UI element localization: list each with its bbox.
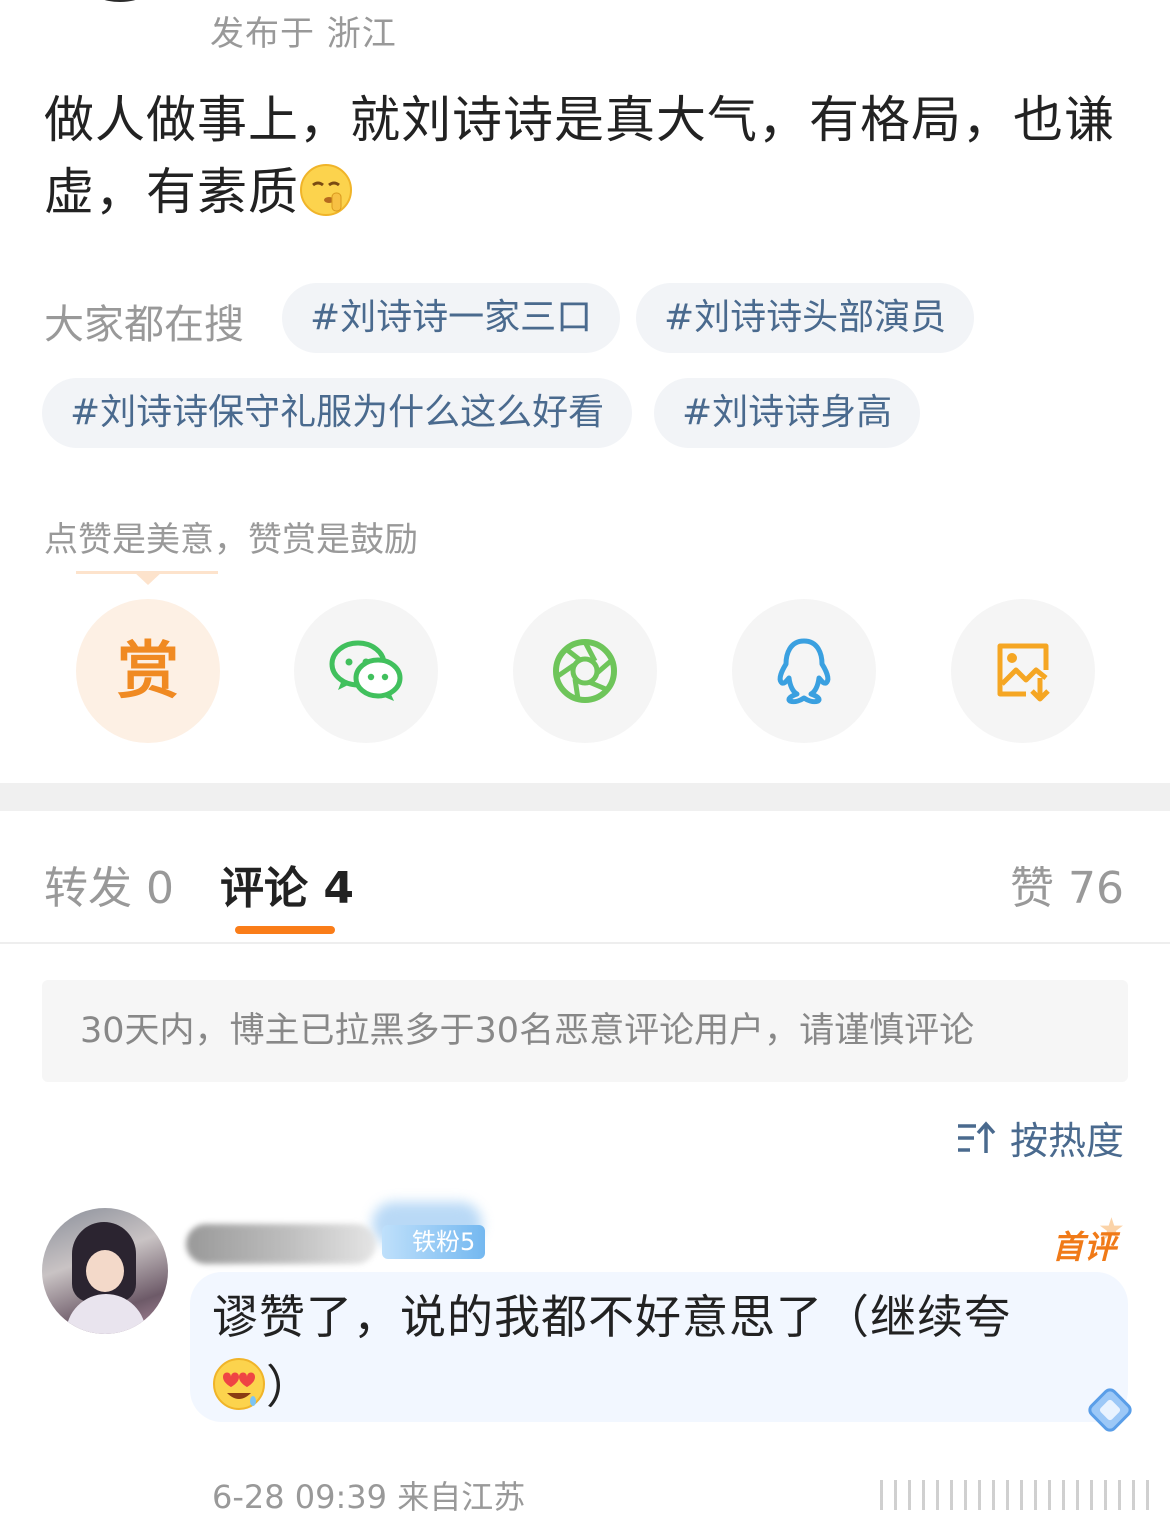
sort-button[interactable]: 按热度	[956, 1110, 1124, 1165]
blurred-actions	[880, 1480, 1160, 1510]
search-tag[interactable]: #刘诗诗身高	[654, 378, 921, 448]
heart-eyes-icon	[212, 1357, 266, 1411]
commenter-avatar[interactable]	[42, 1208, 168, 1334]
publish-location: 发布于 浙江	[210, 14, 397, 54]
active-tab-indicator	[235, 926, 335, 934]
qq-icon	[777, 638, 831, 705]
save-image-button[interactable]	[951, 599, 1095, 743]
tab-repost[interactable]: 转发 0	[44, 852, 174, 916]
save-image-icon	[997, 643, 1050, 702]
comment-notice: 30天内，博主已拉黑多于30名恶意评论用户，请谨慎评论	[42, 980, 1128, 1082]
post-content: 做人做事上，就刘诗诗是真大气，有格局，也谦虚，有素质	[44, 84, 1134, 228]
search-tag[interactable]: #刘诗诗一家三口	[282, 283, 621, 353]
comment-body: 谬赞了，说的我都不好意思了（继续夸	[212, 1290, 1011, 1344]
tab-comment[interactable]: 评论 4	[220, 852, 354, 916]
reward-label: 赏	[116, 634, 179, 707]
search-tag[interactable]: #刘诗诗保守礼服为什么这么好看	[42, 378, 633, 448]
post-text: 做人做事上，就刘诗诗是真大气，有格局，也谦虚，有素质	[44, 91, 1115, 221]
moments-icon	[553, 639, 617, 703]
share-moments-button[interactable]	[513, 599, 657, 743]
search-tag[interactable]: #刘诗诗头部演员	[636, 283, 975, 353]
comment-meta: 6-28 09:39 来自江苏	[212, 1478, 526, 1516]
commenter-name[interactable]	[186, 1224, 376, 1264]
fan-level-badge: 铁粉5	[382, 1225, 486, 1259]
reward-button[interactable]: 赏	[76, 599, 220, 743]
diamond-icon	[1080, 1380, 1140, 1440]
reward-pointer	[133, 571, 163, 585]
comment-body-end: ）	[266, 1360, 313, 1414]
sort-label: 按热度	[1009, 1119, 1124, 1163]
wechat-icon	[329, 640, 403, 701]
shushing-face-icon	[299, 163, 353, 217]
hot-search-label: 大家都在搜	[44, 302, 244, 348]
tab-like[interactable]: 赞 76	[1010, 852, 1124, 916]
share-qq-button[interactable]	[732, 599, 876, 743]
author-avatar[interactable]	[60, 0, 180, 2]
reward-hint: 点赞是美意，赞赏是鼓励	[44, 520, 418, 560]
verified-badge	[152, 0, 172, 2]
section-divider	[0, 783, 1170, 811]
first-comment-badge: 首评	[1052, 1228, 1117, 1266]
tabs-divider	[0, 942, 1170, 944]
share-wechat-button[interactable]	[294, 599, 438, 743]
sort-icon	[957, 1120, 996, 1153]
comment-text: 谬赞了，说的我都不好意思了（继续夸 ）	[212, 1282, 1092, 1422]
